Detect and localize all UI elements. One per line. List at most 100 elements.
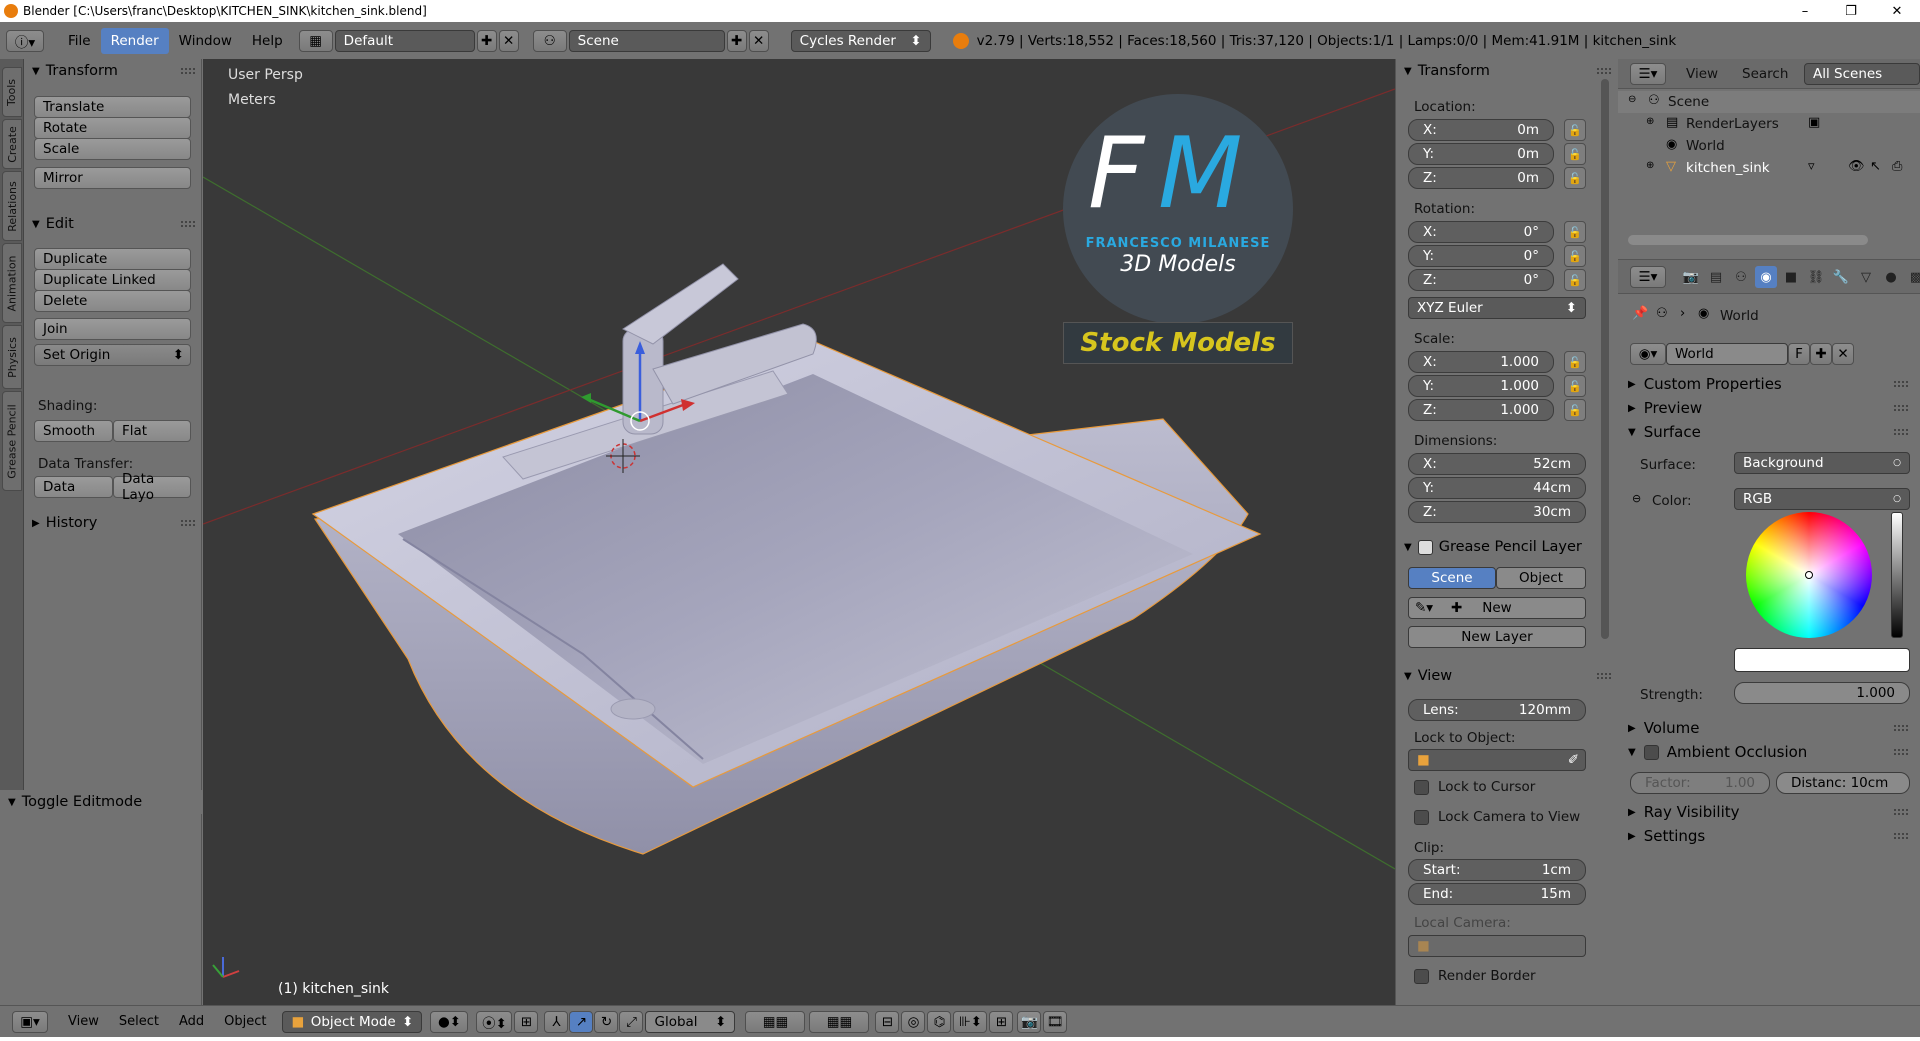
- dimension-z-field[interactable]: Z: 30cm: [1408, 501, 1586, 523]
- panel-grip-icon[interactable]: [1894, 833, 1908, 839]
- tab-grease-pencil[interactable]: Grease Pencil: [2, 391, 22, 491]
- preview-header[interactable]: ▶ Preview: [1628, 396, 1910, 420]
- lock-camera-checkbox[interactable]: [1414, 810, 1429, 825]
- panel-grip-icon[interactable]: [1894, 381, 1908, 387]
- panel-grip-icon[interactable]: [1894, 405, 1908, 411]
- color-link-icon[interactable]: ⊖: [1632, 492, 1641, 505]
- gp-new-button[interactable]: ✎▾ ✚ New: [1408, 597, 1586, 619]
- add-screen-icon[interactable]: ✚: [476, 29, 497, 52]
- outliner-row-renderlayers[interactable]: ⊕ ▤ RenderLayers ▣: [1618, 113, 1920, 135]
- render-layers-tab-icon[interactable]: ▤: [1705, 266, 1727, 288]
- remove-scene-icon[interactable]: ✕: [748, 29, 769, 52]
- manipulator-toggle-icon[interactable]: ⅄: [544, 1010, 569, 1033]
- eyedropper-icon[interactable]: ✐: [1568, 752, 1579, 768]
- grease-pencil-checkbox[interactable]: [1417, 539, 1433, 555]
- modifiers-tab-icon[interactable]: 🔧: [1830, 266, 1852, 288]
- selectable-cursor-icon[interactable]: ↖: [1870, 159, 1881, 174]
- render-border-checkbox[interactable]: [1414, 969, 1429, 984]
- tab-relations[interactable]: Relations: [2, 171, 22, 241]
- menu-render[interactable]: Render: [100, 27, 169, 54]
- scale-manipulator-icon[interactable]: ⤢: [619, 1010, 644, 1033]
- pivot-point-icon[interactable]: ⦿⬍: [476, 1010, 513, 1033]
- properties-scrollbar[interactable]: [1601, 79, 1609, 639]
- color-swatch[interactable]: [1734, 648, 1910, 672]
- smooth-button[interactable]: Smooth: [34, 420, 113, 442]
- lock-location-y-icon[interactable]: 🔓: [1564, 143, 1586, 165]
- settings-header[interactable]: ▶ Settings: [1628, 824, 1910, 848]
- lock-scale-x-icon[interactable]: 🔓: [1564, 351, 1586, 373]
- maximize-button[interactable]: ❐: [1828, 0, 1874, 22]
- pin-icon[interactable]: 📌: [1632, 306, 1648, 321]
- opengl-render-icon[interactable]: 📷: [1017, 1010, 1042, 1033]
- texture-tab-icon[interactable]: ▩: [1905, 266, 1920, 288]
- layers-grid-2[interactable]: ▦▦: [809, 1010, 870, 1033]
- panel-grip-icon[interactable]: [1894, 749, 1908, 755]
- outliner-editor-icon[interactable]: ☰▾: [1630, 63, 1666, 85]
- rotation-z-field[interactable]: Z: 0°: [1408, 269, 1554, 291]
- add-scene-icon[interactable]: ✚: [726, 29, 747, 52]
- fake-user-button[interactable]: F: [1788, 343, 1810, 365]
- render-tab-icon[interactable]: 📷: [1680, 266, 1702, 288]
- transform-tools-header[interactable]: ▼ Transform: [24, 59, 118, 83]
- toggle-editmode-header[interactable]: ▼ Toggle Editmode: [0, 790, 202, 814]
- ao-factor-field[interactable]: Factor: 1.00: [1630, 772, 1770, 794]
- panel-grip-icon[interactable]: [1894, 429, 1908, 435]
- data-layout-button[interactable]: Data Layo: [113, 471, 191, 503]
- scale-x-field[interactable]: X: 1.000: [1408, 351, 1554, 373]
- menu-help[interactable]: Help: [242, 28, 293, 54]
- expand-icon[interactable]: ⊕: [1646, 116, 1654, 127]
- panel-grip-icon[interactable]: [1894, 809, 1908, 815]
- screen-layout-field[interactable]: Default: [334, 29, 475, 52]
- join-button[interactable]: Join: [34, 318, 191, 340]
- snap-toggle-icon[interactable]: ⌬: [927, 1010, 952, 1033]
- panel-grip-icon[interactable]: [1597, 673, 1611, 679]
- edit-tools-header[interactable]: ▼ Edit: [24, 212, 74, 236]
- lens-field[interactable]: Lens: 120mm: [1408, 699, 1586, 721]
- outliner-filter-dropdown[interactable]: All Scenes: [1804, 63, 1920, 85]
- menu-view[interactable]: View: [58, 1009, 109, 1035]
- scene-field[interactable]: Scene: [568, 29, 725, 52]
- menu-select[interactable]: Select: [109, 1009, 169, 1035]
- location-x-field[interactable]: X: 0m: [1408, 119, 1554, 141]
- layers-grid-1[interactable]: ▦▦: [745, 1010, 806, 1033]
- scale-button[interactable]: Scale: [34, 138, 191, 160]
- location-y-field[interactable]: Y: 0m: [1408, 143, 1554, 165]
- volume-header[interactable]: ▶ Volume: [1628, 716, 1910, 740]
- scene-icon[interactable]: ⚇: [532, 29, 567, 52]
- tab-tools[interactable]: Tools: [2, 67, 22, 117]
- mirror-button[interactable]: Mirror: [34, 167, 191, 189]
- opengl-animation-icon[interactable]: 🎞: [1043, 1010, 1068, 1033]
- panel-grip-icon[interactable]: [181, 68, 195, 74]
- view-panel-header[interactable]: ▼ View: [1396, 664, 1452, 688]
- clip-end-field[interactable]: End: 15m: [1408, 883, 1586, 905]
- new-layer-button[interactable]: New Layer: [1408, 626, 1586, 648]
- lock-rotation-y-icon[interactable]: 🔓: [1564, 245, 1586, 267]
- viewport-shading-icon[interactable]: ●⬍: [430, 1010, 469, 1033]
- renderable-camera-icon[interactable]: ⎙: [1892, 159, 1902, 174]
- lock-location-x-icon[interactable]: 🔓: [1564, 119, 1586, 141]
- panel-grip-icon[interactable]: [181, 221, 195, 227]
- surface-shader-dropdown[interactable]: Background ○: [1734, 452, 1910, 474]
- local-camera-field[interactable]: ■: [1408, 935, 1586, 957]
- ray-visibility-header[interactable]: ▶ Ray Visibility: [1628, 800, 1910, 824]
- lock-location-z-icon[interactable]: 🔓: [1564, 167, 1586, 189]
- editor-type-info-icon[interactable]: ⓘ▾: [6, 29, 44, 52]
- menu-file[interactable]: File: [58, 28, 101, 54]
- color-wheel[interactable]: [1746, 512, 1872, 638]
- history-header[interactable]: ▶ History: [24, 511, 97, 535]
- clip-start-field[interactable]: Start: 1cm: [1408, 859, 1586, 881]
- snap-element-icon[interactable]: ⊪⬍: [953, 1010, 988, 1033]
- panel-grip-icon[interactable]: [181, 520, 195, 526]
- tab-create[interactable]: Create: [2, 119, 22, 169]
- scale-y-field[interactable]: Y: 1.000: [1408, 375, 1554, 397]
- menu-window[interactable]: Window: [169, 28, 242, 54]
- interaction-mode-dropdown[interactable]: ■ Object Mode ⬍: [282, 1010, 423, 1033]
- new-world-icon[interactable]: ✚: [1810, 343, 1832, 365]
- ao-distance-field[interactable]: Distanc: 10cm: [1776, 772, 1910, 794]
- lock-scale-y-icon[interactable]: 🔓: [1564, 375, 1586, 397]
- world-browse-icon[interactable]: ◉▾: [1630, 343, 1666, 365]
- outliner-view-menu[interactable]: View: [1686, 66, 1718, 82]
- duplicate-button[interactable]: Duplicate: [34, 248, 191, 270]
- menu-add[interactable]: Add: [169, 1009, 214, 1035]
- duplicate-linked-button[interactable]: Duplicate Linked: [34, 269, 191, 291]
